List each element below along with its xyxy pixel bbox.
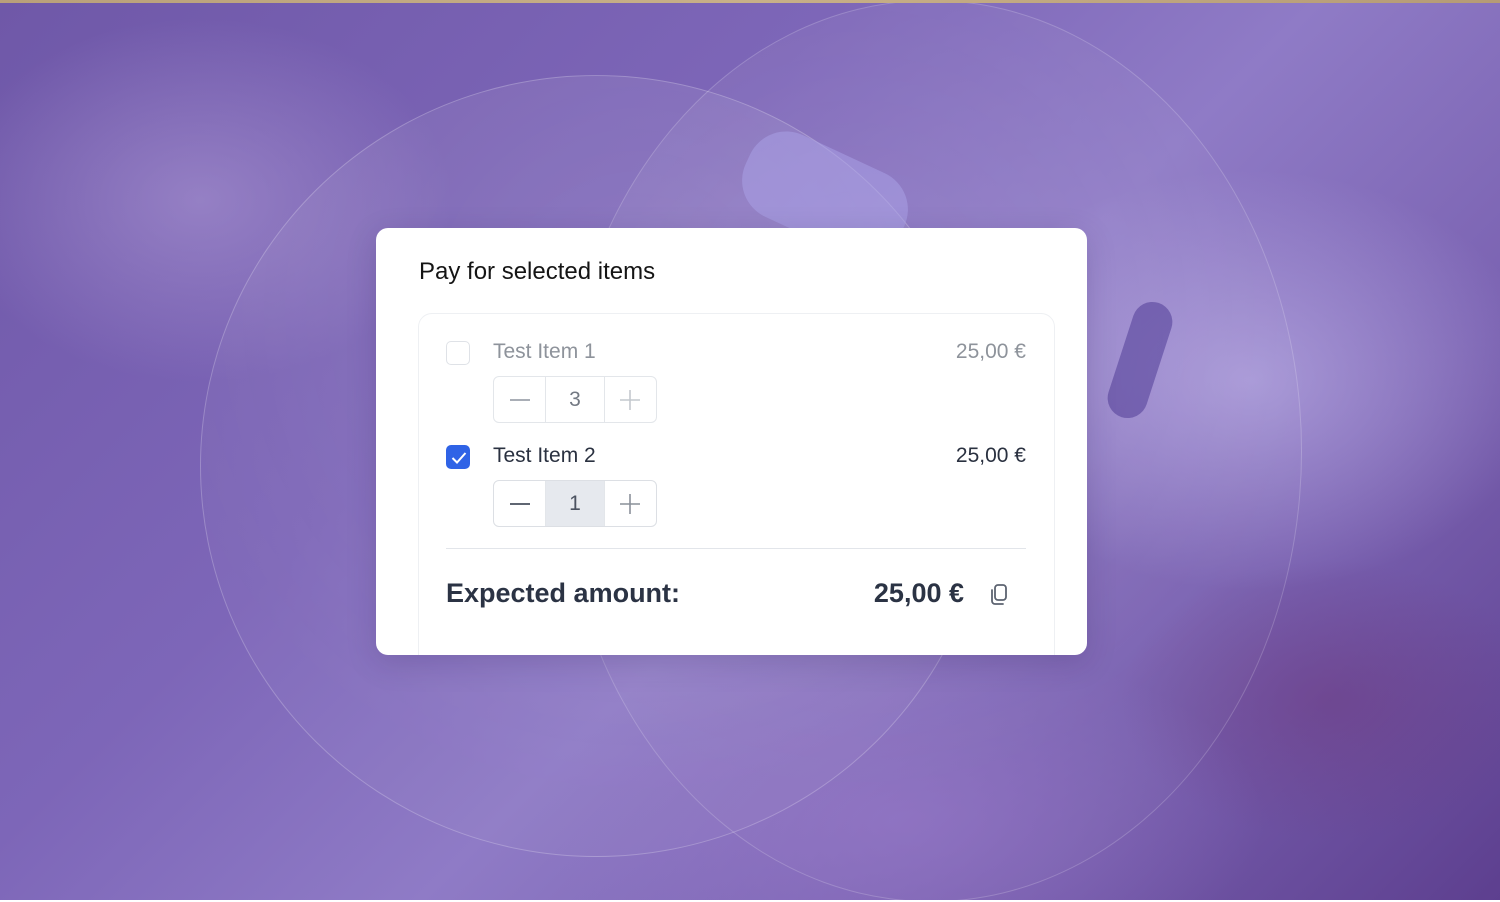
minus-icon xyxy=(509,398,530,401)
total-label: Expected amount: xyxy=(446,578,681,608)
list-item: Test Item 1 25,00 € 3 xyxy=(446,340,1026,441)
item-name: Test Item 1 xyxy=(493,340,596,363)
divider xyxy=(446,548,1026,549)
total-amount: 25,00 € xyxy=(873,578,964,608)
quantity-stepper: 3 xyxy=(493,376,657,423)
items-panel: Test Item 1 25,00 € 3 Test Item 2 25,00 … xyxy=(418,313,1055,655)
decrement-button[interactable] xyxy=(494,481,545,526)
increment-button[interactable] xyxy=(605,377,656,422)
checkmark-icon xyxy=(451,452,467,464)
item-checkbox[interactable] xyxy=(446,341,470,365)
card-title: Pay for selected items xyxy=(419,258,656,285)
increment-button[interactable] xyxy=(605,481,656,526)
list-item: Test Item 2 25,00 € 1 xyxy=(446,444,1026,545)
item-checkbox[interactable] xyxy=(446,445,470,469)
payment-card: Pay for selected items Test Item 1 25,00… xyxy=(376,228,1087,655)
minus-icon xyxy=(509,502,530,505)
top-accent-line xyxy=(0,0,1500,3)
item-name: Test Item 2 xyxy=(493,444,596,467)
quantity-value[interactable]: 1 xyxy=(545,481,605,526)
plus-icon xyxy=(620,389,641,410)
item-price: 25,00 € xyxy=(955,444,1026,467)
decrement-button[interactable] xyxy=(494,377,545,422)
quantity-value[interactable]: 3 xyxy=(545,377,605,422)
quantity-stepper: 1 xyxy=(493,480,657,527)
copy-button[interactable] xyxy=(987,582,1011,608)
item-price: 25,00 € xyxy=(955,340,1026,363)
copy-icon xyxy=(991,584,1007,605)
plus-icon xyxy=(620,493,641,514)
